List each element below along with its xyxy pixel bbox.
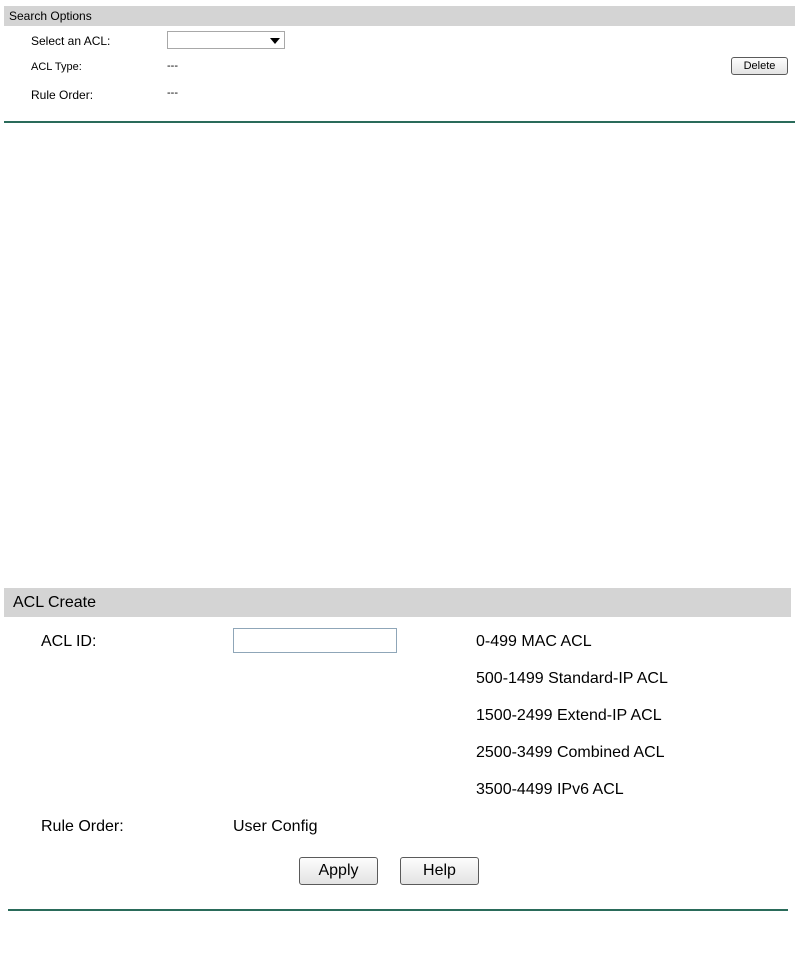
acl-type-value: --- (167, 60, 178, 72)
select-acl-dropdown[interactable] (167, 31, 285, 49)
acl-range-mac: 0-499 MAC ACL (476, 633, 592, 650)
acl-id-input[interactable] (233, 628, 397, 653)
acl-range-standard-ip: 500-1499 Standard-IP ACL (476, 670, 668, 687)
select-acl-label: Select an ACL: (31, 34, 111, 48)
rule-order-label: Rule Order: (31, 88, 94, 102)
help-button[interactable]: Help (400, 857, 479, 885)
rule-order-value: --- (167, 87, 178, 99)
delete-button[interactable]: Delete (731, 57, 788, 75)
search-options-header: Search Options (4, 6, 795, 26)
acl-range-combined: 2500-3499 Combined ACL (476, 744, 665, 761)
acl-create-header: ACL Create (4, 588, 791, 617)
search-options-divider (4, 121, 795, 123)
acl-range-ipv6: 3500-4499 IPv6 ACL (476, 781, 624, 798)
acl-type-label: ACL Type: (31, 61, 82, 73)
acl-id-label: ACL ID: (41, 633, 97, 650)
apply-button[interactable]: Apply (299, 857, 378, 885)
acl-create-divider (8, 909, 788, 911)
acl-range-extend-ip: 1500-2499 Extend-IP ACL (476, 707, 662, 724)
acl-create-title: ACL Create (13, 594, 96, 611)
create-rule-order-label: Rule Order: (41, 818, 124, 835)
search-options-title: Search Options (9, 9, 92, 23)
chevron-down-icon (270, 38, 280, 44)
create-rule-order-value: User Config (233, 818, 318, 835)
